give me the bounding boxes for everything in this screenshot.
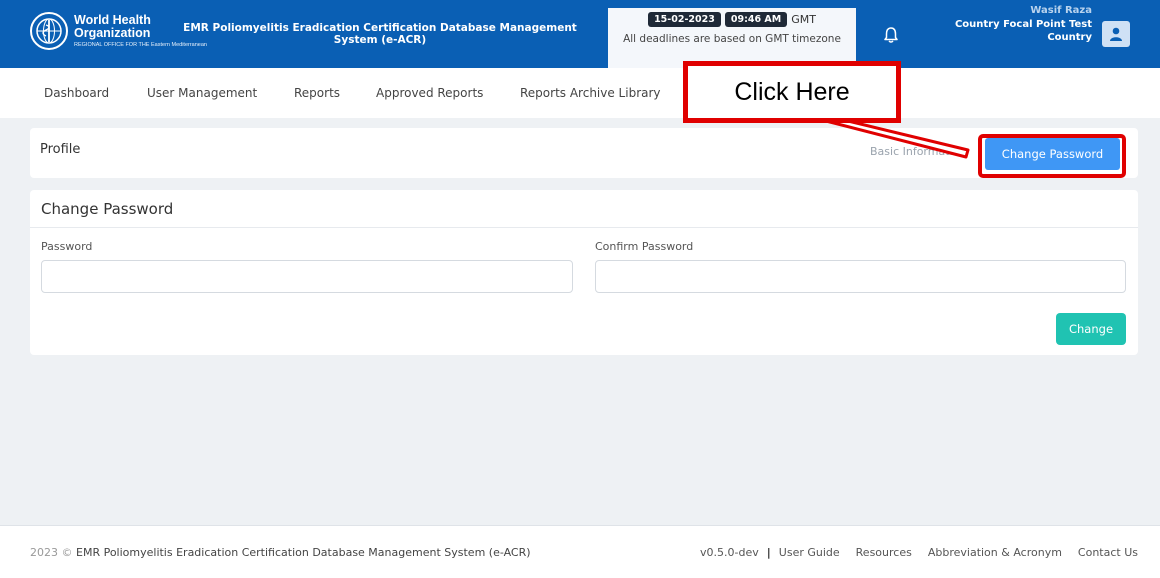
system-title: EMR Poliomyelitis Eradication Certificat… [183,22,577,47]
user-name: Wasif Raza [1030,5,1092,16]
change-submit-button[interactable]: Change [1056,313,1126,345]
nav-reports[interactable]: Reports [294,86,340,100]
time-badge: 09:46 AM [724,12,788,27]
change-password-title: Change Password [41,200,174,218]
footer: 2023 © EMR Poliomyelitis Eradication Cer… [0,526,1160,578]
basic-information-link[interactable]: Basic Information [870,145,966,158]
date-badge: 15-02-2023 [648,12,721,27]
password-label: Password [41,240,93,253]
avatar[interactable] [1102,21,1130,47]
password-input[interactable] [41,260,573,293]
footer-year: 2023 © [30,546,73,559]
nav-approved-reports[interactable]: Approved Reports [376,86,483,100]
bell-icon[interactable] [882,26,900,44]
time-panel: 15-02-2023 09:46 AM GMT All deadlines ar… [608,8,856,68]
user-icon [1110,27,1122,41]
footer-system-name: EMR Poliomyelitis Eradication Certificat… [76,546,531,559]
timezone-label: GMT [791,13,816,26]
who-emblem-icon [30,12,68,50]
user-country: Country [1047,32,1092,43]
footer-link-contact-us[interactable]: Contact Us [1078,546,1138,559]
deadline-note: All deadlines are based on GMT timezone [623,33,841,45]
footer-link-user-guide[interactable]: User Guide [779,546,840,559]
profile-title: Profile [40,142,81,157]
confirm-password-label: Confirm Password [595,240,694,253]
nav-user-management[interactable]: User Management [147,86,257,100]
confirm-password-input[interactable] [595,260,1126,293]
click-here-callout: Click Here [683,61,901,123]
change-password-button[interactable]: Change Password [985,138,1120,170]
footer-separator: | [766,546,771,559]
nav-reports-archive-library[interactable]: Reports Archive Library [520,86,661,100]
app-header: World Health Organization REGIONAL OFFIC… [0,0,1160,68]
user-info[interactable]: Wasif Raza Country Focal Point Test Coun… [955,4,1092,45]
footer-version: v0.5.0-dev [700,546,759,559]
nav-dashboard[interactable]: Dashboard [44,86,109,100]
user-role: Country Focal Point Test [954,18,1092,30]
footer-link-resources[interactable]: Resources [856,546,912,559]
footer-link-abbreviation[interactable]: Abbreviation & Acronym [928,546,1062,559]
main-nav: Dashboard User Management Reports Approv… [0,68,1160,118]
profile-card: Profile Basic Information [30,128,1138,178]
